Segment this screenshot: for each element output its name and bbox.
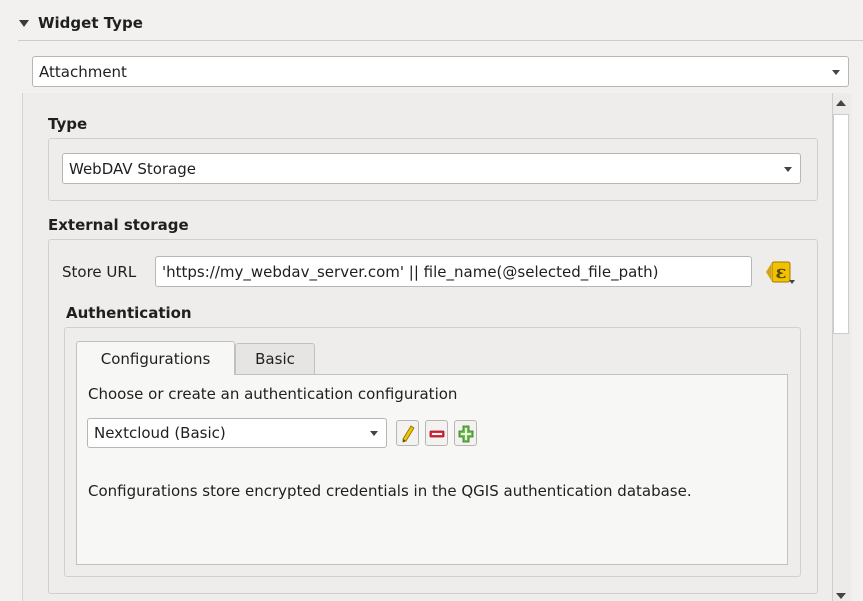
add-config-button[interactable] xyxy=(454,420,477,446)
type-group-title: Type xyxy=(48,115,88,133)
epsilon-expression-icon[interactable]: ε xyxy=(762,258,796,286)
widget-type-combo[interactable]: Attachment xyxy=(32,56,849,87)
chevron-down-icon xyxy=(784,166,792,172)
auth-prompt-text: Choose or create an authentication confi… xyxy=(88,385,458,403)
storage-type-value: WebDAV Storage xyxy=(69,159,197,178)
collapse-arrow-icon[interactable] xyxy=(18,16,30,30)
tab-basic[interactable]: Basic xyxy=(235,343,315,374)
auth-info-text: Configurations store encrypted credentia… xyxy=(88,482,692,500)
auth-config-combo[interactable]: Nextcloud (Basic) xyxy=(87,418,387,448)
storage-type-combo[interactable]: WebDAV Storage xyxy=(62,153,801,184)
scroll-down-arrow-icon[interactable] xyxy=(836,592,846,600)
store-url-input[interactable]: 'https://my_webdav_server.com' || file_n… xyxy=(155,256,752,287)
authentication-title: Authentication xyxy=(66,304,192,322)
tab-basic-label: Basic xyxy=(255,350,295,368)
store-url-label: Store URL xyxy=(62,263,137,281)
chevron-down-icon xyxy=(832,69,840,75)
external-storage-title: External storage xyxy=(48,216,189,234)
tab-configurations-label: Configurations xyxy=(100,349,211,368)
pencil-edit-icon xyxy=(402,425,415,443)
scrollbar-thumb[interactable] xyxy=(833,114,849,334)
section-divider xyxy=(18,40,863,41)
edit-config-button[interactable] xyxy=(396,420,419,446)
section-title[interactable]: Widget Type xyxy=(38,14,143,32)
remove-config-button[interactable] xyxy=(425,420,448,446)
add-plus-icon xyxy=(458,425,474,443)
auth-config-value: Nextcloud (Basic) xyxy=(94,424,226,442)
chevron-down-icon xyxy=(370,431,378,436)
scroll-up-arrow-icon[interactable] xyxy=(836,99,846,107)
remove-minus-icon xyxy=(429,430,445,438)
tab-configurations[interactable]: Configurations xyxy=(76,341,235,375)
widget-type-value: Attachment xyxy=(39,62,127,81)
svg-text:ε: ε xyxy=(776,262,787,283)
store-url-value: 'https://my_webdav_server.com' || file_n… xyxy=(162,262,659,281)
